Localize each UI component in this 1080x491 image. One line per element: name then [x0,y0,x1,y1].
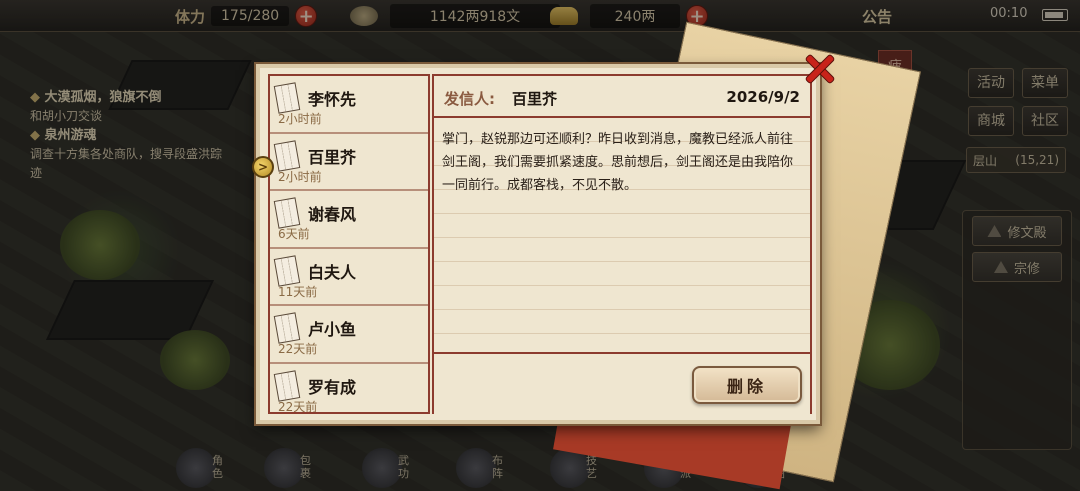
sender-label: 发信人: [444,90,495,108]
letter-icon [273,369,301,402]
mail-time: 2小时前 [278,169,322,184]
mail-time: 2小时前 [278,112,322,126]
sender-name: 百里芥 [512,90,558,108]
mail-time: 11天前 [278,284,318,299]
mail-dialog: 李怀先 2小时前 百里芥 2小时前 谢春风 6天前 白夫人 11天前 卢小鱼 2… [256,64,820,424]
mail-detail-header: 发信人: 百里芥 2026/9/2 [434,76,810,118]
mail-list-item[interactable]: 李怀先 2小时前 [270,76,428,134]
letter-icon [273,254,301,287]
letter-icon [273,139,301,172]
mail-sender: 谢春风 [308,205,357,224]
mail-sender: 百里芥 [308,147,357,167]
mail-sender: 李怀先 [308,90,357,109]
mail-date: 2026/9/2 [726,88,800,106]
mail-time: 22天前 [278,342,318,356]
mail-time: 22天前 [278,399,318,414]
mail-list-item[interactable]: 谢春风 6天前 [270,191,428,249]
mail-sender: 卢小鱼 [308,320,357,339]
delete-button[interactable]: 删除 [692,366,802,404]
selection-pointer-icon: > [252,156,274,178]
letter-icon [273,312,301,344]
mail-list-item[interactable]: 罗有成 22天前 [270,364,428,414]
close-icon[interactable] [800,50,836,86]
mail-body: 掌门，赵锐那边可还顺利？昨日收到消息，魔教已经派人前往剑王阁，我们需要抓紧速度。… [434,118,810,354]
mail-list[interactable]: 李怀先 2小时前 百里芥 2小时前 谢春风 6天前 白夫人 11天前 卢小鱼 2… [268,74,430,414]
letter-icon [273,82,301,114]
mail-sender: 白夫人 [308,262,357,282]
letter-icon [273,197,301,229]
mail-list-item[interactable]: 白夫人 11天前 [270,249,428,306]
mail-list-item-selected[interactable]: 百里芥 2小时前 [270,134,428,191]
mail-detail-panel: 发信人: 百里芥 2026/9/2 掌门，赵锐那边可还顺利？昨日收到消息，魔教已… [432,74,812,414]
mail-time: 6天前 [278,227,310,241]
mail-sender: 罗有成 [308,377,357,397]
mail-list-item[interactable]: 卢小鱼 22天前 [270,306,428,364]
mail-detail-footer: 删除 [434,356,810,414]
